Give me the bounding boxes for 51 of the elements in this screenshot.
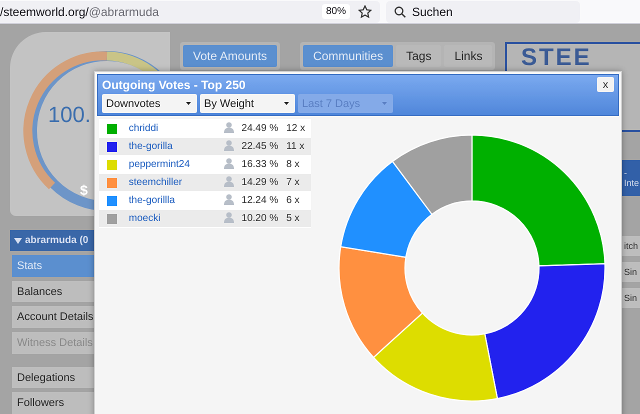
user-icon: [224, 176, 234, 186]
star-icon[interactable]: [358, 4, 372, 18]
gauge-value: 100.: [48, 102, 91, 128]
url-path: @abrarmuda: [88, 4, 159, 18]
percent-cell-text: 24.49 %: [240, 122, 280, 136]
account-link[interactable]: the-gorillla: [128, 195, 175, 206]
dropdown[interactable]: By Weight: [200, 94, 295, 113]
dropdown[interactable]: Downvotes: [102, 94, 197, 113]
search-field[interactable]: Suchen: [412, 4, 562, 18]
sidebar-item[interactable]: Account Details: [12, 306, 94, 328]
percent-cell-text: 16.33 %: [240, 158, 280, 172]
sidebar-item[interactable]: Delegations: [12, 366, 94, 388]
count-cell: 11 x: [282, 138, 311, 155]
user-icon: [224, 158, 234, 168]
user-icon: [224, 140, 234, 150]
modal-title: Outgoing Votes - Top 250: [102, 78, 246, 92]
panel-item[interactable]: itch: [622, 236, 640, 256]
close-button[interactable]: x: [597, 77, 614, 92]
search-icon: [394, 6, 406, 18]
gauge-amount: $: [80, 182, 88, 198]
caret-icon: [186, 102, 191, 105]
percent-cell-text: 12.24 %: [240, 194, 280, 208]
percent-cell: 14.29 %: [234, 174, 282, 191]
band-mark: -: [624, 168, 628, 178]
tab[interactable]: Links: [444, 45, 492, 67]
count-cell: 7 x: [282, 174, 311, 191]
panel-item[interactable]: Sin: [622, 262, 640, 282]
url-host: /steemworld.org/: [0, 4, 89, 18]
search-box[interactable]: Suchen: [386, 0, 580, 22]
account-link[interactable]: peppermint24: [128, 159, 190, 170]
panel-item[interactable]: Sin: [622, 288, 640, 308]
count-cell-text: 6 x: [285, 194, 301, 208]
zoom-badge[interactable]: 80%: [322, 4, 350, 19]
caret-icon: [382, 102, 387, 105]
percent-cell: 10.20 %: [234, 210, 282, 227]
caret-icon: [14, 238, 22, 244]
percent-cell: 22.45 %: [234, 138, 282, 155]
tab[interactable]: Tags: [396, 45, 442, 67]
account-header[interactable]: abrarmuda (0: [10, 230, 94, 252]
count-cell-text: 12 x: [285, 122, 306, 136]
user-icon: [224, 122, 234, 132]
caret-icon: [284, 102, 289, 105]
sidebar-item[interactable]: Balances: [12, 280, 94, 302]
sidebar-item[interactable]: Followers: [12, 392, 94, 414]
count-cell-text: 8 x: [285, 158, 301, 172]
account-name: abrarmuda (0: [25, 235, 88, 246]
user-icon: [224, 212, 234, 222]
count-cell: 5 x: [282, 210, 311, 227]
user-icon: [224, 194, 234, 204]
band-label: Inte: [624, 178, 640, 188]
account-link[interactable]: chriddi: [128, 123, 158, 134]
